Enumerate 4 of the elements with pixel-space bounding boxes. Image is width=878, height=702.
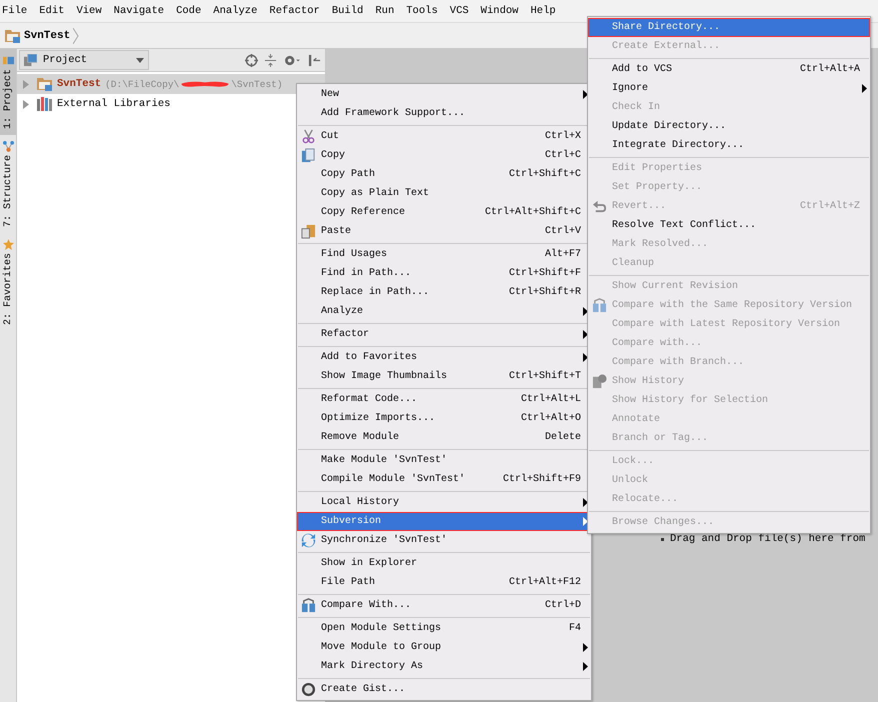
tree-item-label: External Libraries	[57, 98, 170, 110]
module-path: \SvnTest)	[231, 78, 283, 90]
module-path: (D:\FileCopy\	[105, 78, 180, 90]
module-name: SvnTest	[57, 78, 102, 90]
